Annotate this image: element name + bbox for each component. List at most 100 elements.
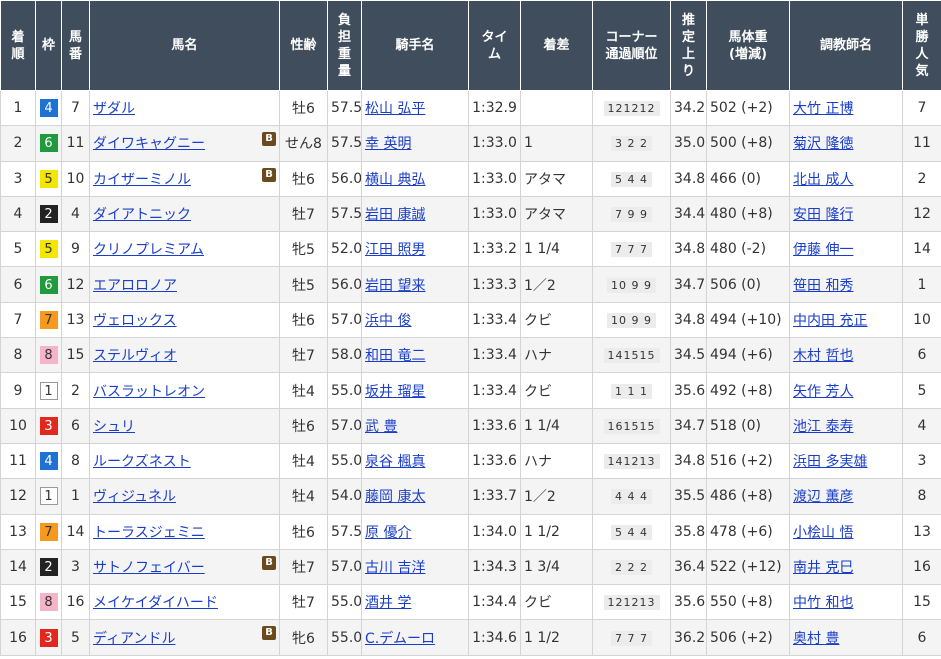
horse-name-link[interactable]: エアロロノア bbox=[93, 278, 177, 294]
jockey-cell: 松山 弘平 bbox=[361, 89, 469, 127]
header-corner[interactable]: コーナー 通過順位 bbox=[592, 0, 671, 91]
trainer-name-link[interactable]: 中内田 充正 bbox=[793, 313, 867, 329]
table-row: 9 1 2 バスラットレオン 牡4 55.0 坂井 瑠星 1:33.4 クビ 1… bbox=[0, 372, 941, 409]
trainer-name-link[interactable]: 南井 克巳 bbox=[793, 560, 853, 576]
margin-cell: クビ bbox=[520, 372, 593, 409]
trainer-name-link[interactable]: 浜田 多実雄 bbox=[793, 454, 867, 470]
horse-name-link[interactable]: ザダル bbox=[93, 101, 135, 117]
bodyweight-cell: 516 (+2) bbox=[706, 442, 790, 480]
corner-positions: 1 1 1 bbox=[611, 383, 652, 399]
results-body: 1 4 7 ザダル 牡6 57.5 松山 弘平 1:32.9 121212 34… bbox=[0, 89, 941, 656]
header-rank[interactable]: 着順 bbox=[0, 0, 36, 91]
header-text: 人 bbox=[915, 46, 929, 62]
header-horse[interactable]: 馬名 bbox=[89, 0, 280, 91]
trainer-name-link[interactable]: 小桧山 悟 bbox=[793, 525, 853, 541]
weight-cell: 58.0 bbox=[327, 337, 362, 374]
trainer-name-link[interactable]: 伊藤 伸一 bbox=[793, 242, 853, 258]
corner-cell: 121212 bbox=[592, 89, 671, 127]
header-trainer[interactable]: 調教師名 bbox=[789, 0, 903, 91]
jockey-name-link[interactable]: 酒井 学 bbox=[365, 595, 411, 611]
jockey-name-link[interactable]: 幸 英明 bbox=[365, 136, 411, 152]
horse-name-link[interactable]: ヴィジュネル bbox=[93, 489, 176, 505]
horse-name-link[interactable]: ヴェロックス bbox=[93, 313, 177, 329]
trainer-name-link[interactable]: 大竹 正博 bbox=[793, 101, 853, 117]
trainer-name-link[interactable]: 北出 成人 bbox=[793, 172, 853, 188]
jockey-name-link[interactable]: 藤岡 康太 bbox=[365, 489, 425, 505]
waku-badge: 4 bbox=[39, 99, 58, 118]
header-umaban[interactable]: 馬番 bbox=[61, 0, 90, 91]
waku-cell: 5 bbox=[35, 160, 62, 197]
table-row: 13 7 14 トーラスジェミニ 牡6 57.5 原 優介 1:34.0 1 1… bbox=[0, 513, 941, 550]
trainer-name-link[interactable]: 矢作 芳人 bbox=[793, 384, 853, 400]
trainer-cell: 木村 哲也 bbox=[789, 337, 903, 374]
trainer-name-link[interactable]: 中竹 和也 bbox=[793, 595, 853, 611]
horse-name-link[interactable]: ダイアトニック bbox=[93, 207, 191, 223]
trainer-name-link[interactable]: 菊沢 隆徳 bbox=[793, 136, 853, 152]
jockey-name-link[interactable]: 岩田 康誠 bbox=[365, 207, 425, 223]
waku-cell: 6 bbox=[35, 266, 62, 303]
horse-cell: ステルヴィオ bbox=[89, 337, 280, 374]
trainer-name-link[interactable]: 渡辺 薫彦 bbox=[793, 489, 853, 505]
horse-name-link[interactable]: ルークズネスト bbox=[93, 454, 191, 470]
trainer-name-link[interactable]: 笹田 和秀 bbox=[793, 278, 853, 294]
corner-positions: 7 7 7 bbox=[611, 630, 652, 646]
jockey-name-link[interactable]: 原 優介 bbox=[365, 525, 411, 541]
header-sexage[interactable]: 性齢 bbox=[279, 0, 328, 91]
horse-name-link[interactable]: トーラスジェミニ bbox=[93, 525, 205, 541]
trainer-name-link[interactable]: 安田 隆行 bbox=[793, 207, 853, 223]
header-text: 推 bbox=[681, 12, 695, 28]
jockey-name-link[interactable]: C.デムーロ bbox=[365, 631, 435, 647]
umaban-cell: 1 bbox=[61, 478, 90, 515]
last3f-cell: 35.6 bbox=[670, 372, 707, 409]
jockey-name-link[interactable]: 和田 竜二 bbox=[365, 348, 425, 364]
horse-name-link[interactable]: バスラットレオン bbox=[93, 384, 205, 400]
header-time[interactable]: タイム bbox=[468, 0, 521, 91]
horse-name-link[interactable]: カイザーミノル bbox=[93, 172, 191, 188]
rank-cell: 1 bbox=[0, 89, 36, 127]
header-bodyweight[interactable]: 馬体重 (増減) bbox=[706, 0, 790, 91]
horse-name-link[interactable]: ディアンドル bbox=[93, 631, 175, 647]
margin-cell: アタマ bbox=[520, 195, 593, 233]
sexage-cell: 牡7 bbox=[279, 337, 328, 374]
header-last3f[interactable]: 推定上り bbox=[670, 0, 707, 91]
bodyweight-cell: 492 (+8) bbox=[706, 372, 790, 409]
corner-positions: 7 7 7 bbox=[611, 242, 652, 258]
horse-name-link[interactable]: シュリ bbox=[93, 419, 135, 435]
waku-cell: 1 bbox=[35, 478, 62, 515]
horse-name-link[interactable]: サトノフェイバー bbox=[93, 560, 205, 576]
jockey-name-link[interactable]: 江田 照男 bbox=[365, 242, 425, 258]
jockey-cell: 横山 典弘 bbox=[361, 160, 469, 197]
bodyweight-cell: 550 (+8) bbox=[706, 584, 790, 621]
header-waku[interactable]: 枠 bbox=[35, 0, 62, 91]
weight-cell: 57.0 bbox=[327, 301, 362, 339]
trainer-name-link[interactable]: 奥村 豊 bbox=[793, 631, 839, 647]
jockey-name-link[interactable]: 坂井 瑠星 bbox=[365, 384, 425, 400]
horse-name-link[interactable]: ステルヴィオ bbox=[93, 348, 177, 364]
margin-cell: クビ bbox=[520, 584, 593, 621]
jockey-name-link[interactable]: 岩田 望来 bbox=[365, 278, 425, 294]
trainer-name-link[interactable]: 池江 泰寿 bbox=[793, 419, 853, 435]
header-pop[interactable]: 単勝人気 bbox=[902, 0, 941, 91]
jockey-name-link[interactable]: 浜中 俊 bbox=[365, 313, 411, 329]
jockey-cell: C.デムーロ bbox=[361, 619, 469, 656]
time-cell: 1:33.4 bbox=[468, 372, 521, 409]
jockey-name-link[interactable]: 武 豊 bbox=[365, 419, 397, 435]
jockey-name-link[interactable]: 古川 吉洋 bbox=[365, 560, 425, 576]
header-jockey[interactable]: 騎手名 bbox=[361, 0, 469, 91]
corner-positions: 4 4 4 bbox=[611, 489, 652, 505]
bodyweight-cell: 502 (+2) bbox=[706, 89, 790, 127]
horse-name-link[interactable]: クリノプレミアム bbox=[93, 242, 204, 258]
jockey-name-link[interactable]: 松山 弘平 bbox=[365, 101, 425, 117]
trainer-name-link[interactable]: 木村 哲也 bbox=[793, 348, 853, 364]
last3f-cell: 34.8 bbox=[670, 442, 707, 480]
jockey-name-link[interactable]: 横山 典弘 bbox=[365, 172, 425, 188]
horse-name-link[interactable]: ダイワキャグニー bbox=[93, 136, 205, 152]
jockey-name-link[interactable]: 泉谷 楓真 bbox=[365, 454, 425, 470]
jockey-cell: 原 優介 bbox=[361, 513, 469, 550]
horse-name-link[interactable]: メイケイダイハード bbox=[93, 595, 218, 611]
jockey-cell: 和田 竜二 bbox=[361, 337, 469, 374]
bodyweight-cell: 486 (+8) bbox=[706, 478, 790, 515]
jockey-cell: 酒井 学 bbox=[361, 584, 469, 621]
header-margin[interactable]: 着差 bbox=[520, 0, 593, 91]
header-weight[interactable]: 負担重量 bbox=[327, 0, 362, 91]
